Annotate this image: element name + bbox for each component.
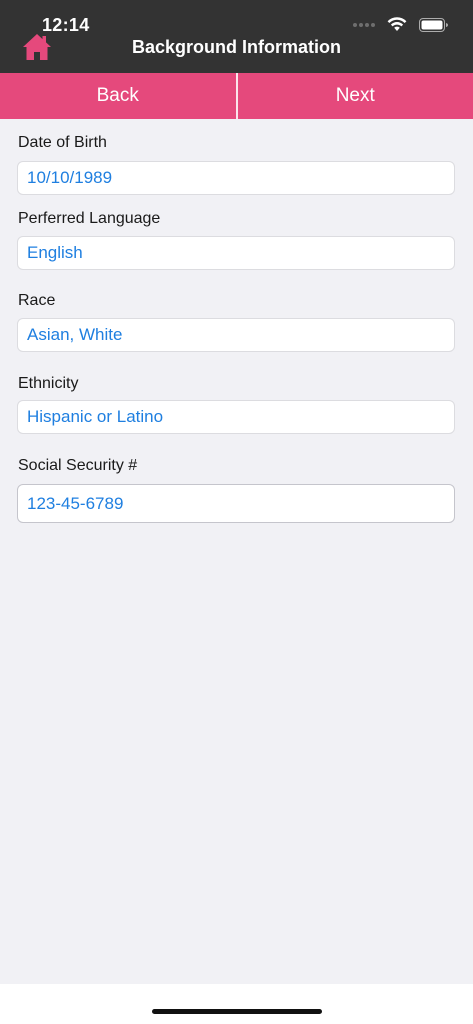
race-field[interactable]: Asian, White xyxy=(17,318,455,352)
status-icons xyxy=(353,17,449,32)
home-indicator[interactable] xyxy=(152,1009,322,1014)
date-of-birth-label: Date of Birth xyxy=(18,134,107,151)
nav-divider xyxy=(235,73,238,119)
ethnicity-label: Ethnicity xyxy=(18,375,79,392)
navigation-bar: Back Next xyxy=(0,73,473,119)
ethnicity-field[interactable]: Hispanic or Latino xyxy=(17,400,455,434)
app-header: 12:14 Background Information xyxy=(0,0,473,73)
preferred-language-field[interactable]: English xyxy=(17,236,455,270)
social-security-label: Social Security # xyxy=(18,457,138,474)
next-button[interactable]: Next xyxy=(238,73,473,119)
back-button[interactable]: Back xyxy=(0,73,236,119)
page-title: Background Information xyxy=(131,37,341,57)
battery-icon xyxy=(419,17,448,32)
race-label: Race xyxy=(18,292,56,309)
wifi-icon xyxy=(387,17,407,31)
social-security-field[interactable]: 123-45-6789 xyxy=(17,484,455,523)
bottom-bar xyxy=(0,984,473,1024)
preferred-language-label: Perferred Language xyxy=(18,210,161,227)
date-of-birth-field[interactable]: 10/10/1989 xyxy=(17,161,455,195)
signal-icon xyxy=(353,22,375,27)
